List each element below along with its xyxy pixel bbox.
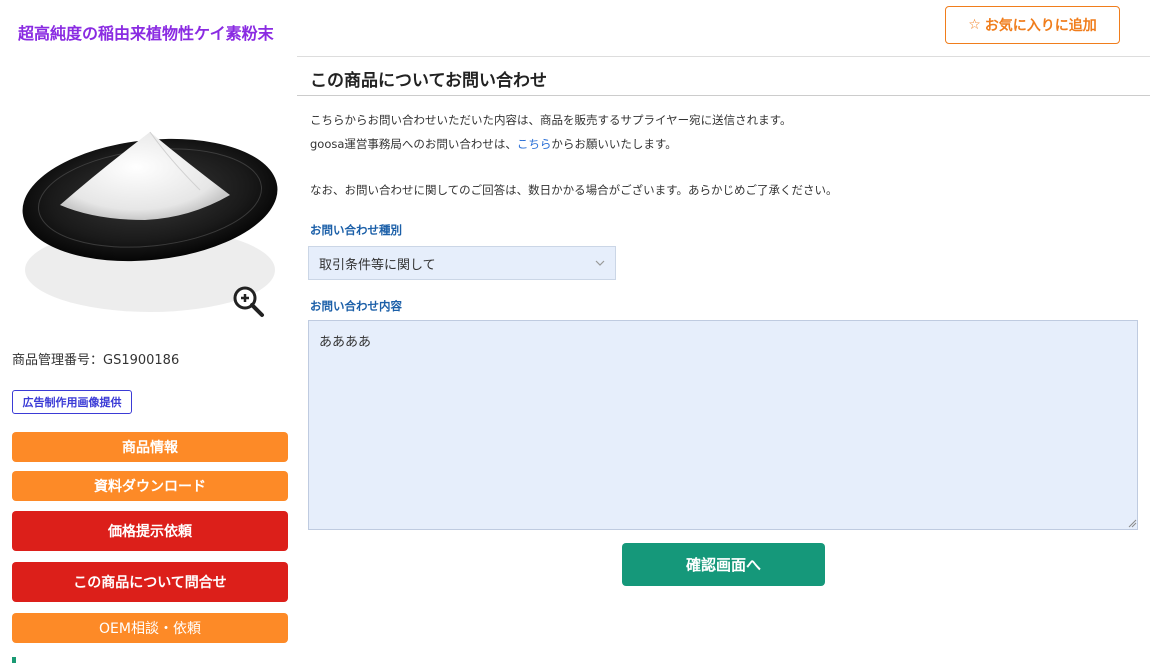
star-outline-icon: ☆ [968, 17, 981, 33]
document-download-button[interactable]: 資料ダウンロード [12, 471, 288, 501]
inquiry-type-select[interactable]: 取引条件等に関して [308, 246, 616, 280]
notice-text-response: なお、お問い合わせに関してのご回答は、数日かかる場合がございます。あらかじめご了… [310, 183, 838, 197]
inquiry-content-label: お問い合わせ内容 [310, 299, 402, 313]
heading-divider [297, 95, 1150, 96]
product-title: 超高純度の稲由来植物性ケイ素粉末 [18, 24, 274, 43]
add-to-favorites-button[interactable]: ☆ お気に入りに追加 [945, 6, 1120, 44]
zoom-in-icon[interactable] [229, 282, 269, 322]
ad-image-badge[interactable]: 広告制作用画像提供 [12, 390, 132, 414]
page-title: この商品についてお問い合わせ [310, 71, 547, 91]
confirm-button[interactable]: 確認画面へ [622, 543, 825, 586]
chevron-down-icon [595, 260, 605, 266]
top-divider [297, 56, 1150, 57]
notice-text: こちらからお問い合わせいただいた内容は、商品を販売するサプライヤー宛に送信されま… [310, 113, 792, 127]
contact-office-link[interactable]: こちら [517, 137, 552, 151]
price-quote-request-button[interactable]: 価格提示依頼 [12, 511, 288, 551]
inquiry-type-value: 取引条件等に関して [319, 257, 436, 273]
oem-consultation-button[interactable]: OEM相談・依頼 [12, 613, 288, 643]
notice-text-contact: goosa運営事務局へのお問い合わせは、こちらからお願いいたします。 [310, 136, 677, 152]
inquiry-type-label: お問い合わせ種別 [310, 223, 402, 237]
product-code: 商品管理番号：GS1900186 [12, 353, 180, 368]
notice-prefix: goosa運営事務局へのお問い合わせは、 [310, 137, 517, 151]
inquiry-content-textarea[interactable]: ああああ [308, 320, 1138, 530]
resize-handle-icon[interactable] [1127, 518, 1137, 528]
add-to-favorites-label: お気に入りに追加 [984, 18, 1097, 34]
product-info-button[interactable]: 商品情報 [12, 432, 288, 462]
section-marker [12, 657, 16, 663]
product-inquiry-button[interactable]: この商品について問合せ [12, 562, 288, 602]
notice-suffix: からお願いいたします。 [551, 137, 677, 151]
